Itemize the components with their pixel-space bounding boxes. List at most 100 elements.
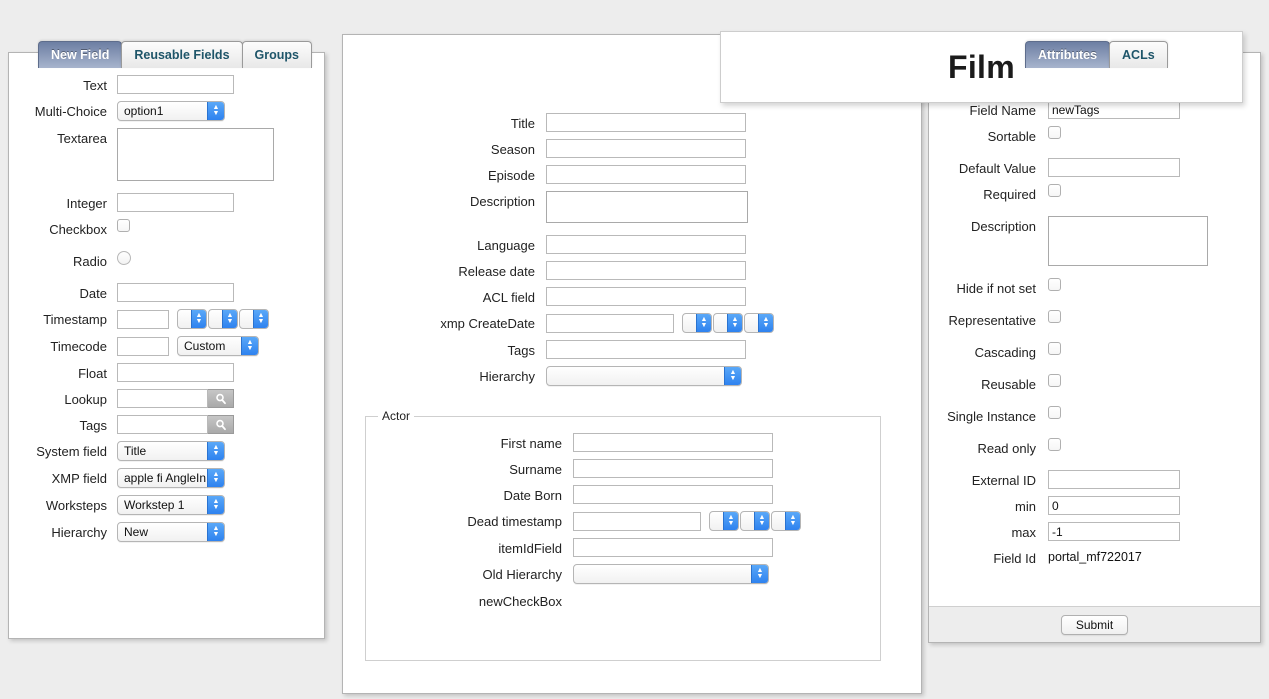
select-arrows-icon[interactable]: ▲ ▼	[222, 310, 237, 328]
cascading-control	[1048, 342, 1061, 355]
external-id-input[interactable]	[1048, 470, 1180, 489]
required-checkbox[interactable]	[1048, 184, 1061, 197]
left-tab-new-field[interactable]: New Field	[38, 41, 123, 68]
right-tab-acls[interactable]: ACLs	[1109, 41, 1168, 68]
default-value-input[interactable]	[1048, 158, 1180, 177]
select-arrows-icon[interactable]: ▲ ▼	[724, 367, 741, 385]
select-arrows-icon[interactable]: ▲ ▼	[758, 314, 773, 332]
single-instance-checkbox[interactable]	[1048, 406, 1061, 419]
field-row-radio: Radio	[19, 251, 324, 269]
timestamp-input[interactable]	[117, 309, 169, 329]
select-arrows-icon[interactable]: ▲ ▼	[207, 102, 224, 120]
actor-form: First name Surname Date Born Dead timestamp…	[366, 417, 880, 609]
select-arrows-icon[interactable]: ▲ ▼	[723, 512, 738, 530]
sortable-checkbox[interactable]	[1048, 126, 1061, 139]
read-only-checkbox[interactable]	[1048, 438, 1061, 451]
textarea-textarea[interactable]	[117, 128, 274, 181]
surname-input[interactable]	[573, 459, 773, 478]
select-arrows-icon[interactable]: ▲ ▼	[207, 496, 224, 514]
reusable-control	[1048, 374, 1061, 387]
dead-timestamp-control: ▲ ▼ ▲ ▼ ▲ ▼	[573, 511, 802, 531]
left-panel-tabs: New Field Reusable Fields Groups	[38, 41, 312, 68]
left-tab-reusable-fields[interactable]: Reusable Fields	[121, 41, 243, 68]
xmp-createdate-spinner-2[interactable]: ▲ ▼	[713, 313, 743, 333]
itemidfield-label: itemIdField	[498, 541, 562, 556]
field-row-tags: Tags	[367, 340, 921, 359]
timecode-input[interactable]	[117, 336, 169, 356]
min-input[interactable]	[1048, 496, 1180, 515]
worksteps-select[interactable]: Workstep 1 ▲ ▼	[117, 495, 225, 515]
checkbox-checkbox[interactable]	[117, 219, 130, 232]
search-icon[interactable]	[208, 389, 234, 408]
select-arrows-icon[interactable]: ▲ ▼	[207, 442, 224, 460]
xmp-field-select[interactable]: apple fi AngleIn ▲ ▼	[117, 468, 225, 488]
timestamp-spinner-3[interactable]: ▲ ▼	[239, 309, 269, 329]
cascading-checkbox[interactable]	[1048, 342, 1061, 355]
reusable-checkbox[interactable]	[1048, 374, 1061, 387]
select-arrows-icon[interactable]: ▲ ▼	[696, 314, 711, 332]
select-arrows-icon[interactable]: ▲ ▼	[727, 314, 742, 332]
xmp-createdate-spinner-3[interactable]: ▲ ▼	[744, 313, 774, 333]
old-hierarchy-select[interactable]: ▲ ▼	[573, 564, 769, 584]
lookup-input[interactable]	[117, 389, 208, 408]
season-input[interactable]	[546, 139, 746, 158]
select-arrows-icon[interactable]: ▲ ▼	[207, 469, 224, 487]
select-arrows-icon[interactable]: ▲ ▼	[241, 337, 258, 355]
hierarchy-select[interactable]: ▲ ▼	[546, 366, 742, 386]
search-icon[interactable]	[208, 415, 234, 434]
title-input[interactable]	[546, 113, 746, 132]
multi-choice-select[interactable]: option1 ▲ ▼	[117, 101, 225, 121]
dead-timestamp-spinner-1[interactable]: ▲ ▼	[709, 511, 739, 531]
select-arrows-icon[interactable]: ▲ ▼	[191, 310, 206, 328]
right-tab-attributes[interactable]: Attributes	[1025, 41, 1111, 68]
field-id-control: portal_mf722017	[1048, 548, 1142, 564]
release-date-input[interactable]	[546, 261, 746, 280]
hierarchy-select[interactable]: New ▲ ▼	[117, 522, 225, 542]
date-control	[117, 283, 234, 302]
xmp-createdate-spinner-1[interactable]: ▲ ▼	[682, 313, 712, 333]
tags-control	[546, 340, 746, 359]
tags-input[interactable]	[117, 415, 208, 434]
tags-lookup	[117, 415, 234, 434]
timestamp-spinner-1[interactable]: ▲ ▼	[177, 309, 207, 329]
select-arrows-icon[interactable]: ▲ ▼	[751, 565, 768, 583]
float-input[interactable]	[117, 363, 234, 382]
representative-checkbox[interactable]	[1048, 310, 1061, 323]
date-input[interactable]	[117, 283, 234, 302]
select-arrows-icon[interactable]: ▲ ▼	[754, 512, 769, 530]
first-name-input[interactable]	[573, 433, 773, 452]
hierarchy-label: Hierarchy	[479, 369, 535, 384]
date-born-input[interactable]	[573, 485, 773, 504]
submit-button[interactable]: Submit	[1060, 614, 1129, 635]
radio-radio[interactable]	[117, 251, 131, 265]
timecode-select[interactable]: Custom ▲ ▼	[177, 336, 259, 356]
integer-input[interactable]	[117, 193, 234, 212]
select-arrows-icon[interactable]: ▲ ▼	[785, 512, 800, 530]
language-input[interactable]	[546, 235, 746, 254]
max-input[interactable]	[1048, 522, 1180, 541]
left-tab-groups[interactable]: Groups	[241, 41, 312, 68]
default-value-control	[1048, 158, 1180, 177]
tags-input[interactable]	[546, 340, 746, 359]
select-arrows-icon[interactable]: ▲ ▼	[253, 310, 268, 328]
description-label: Description	[970, 219, 1036, 234]
dead-timestamp-input[interactable]	[573, 511, 701, 531]
timestamp-spinner-2[interactable]: ▲ ▼	[208, 309, 238, 329]
hide-if-not-set-label: Hide if not set	[956, 281, 1037, 296]
min-control	[1048, 496, 1180, 515]
system-field-select[interactable]: Title ▲ ▼	[117, 441, 225, 461]
dead-timestamp-spinner-3[interactable]: ▲ ▼	[771, 511, 801, 531]
acl-field-control	[546, 287, 746, 306]
episode-input[interactable]	[546, 165, 746, 184]
acl-field-input[interactable]	[546, 287, 746, 306]
hide-if-not-set-checkbox[interactable]	[1048, 278, 1061, 291]
sortable-label: Sortable	[987, 129, 1036, 144]
description-textarea[interactable]	[546, 191, 748, 223]
itemidfield-input[interactable]	[573, 538, 773, 557]
timecode-select-value: Custom	[184, 339, 226, 353]
select-arrows-icon[interactable]: ▲ ▼	[207, 523, 224, 541]
xmp-createdate-input[interactable]	[546, 313, 674, 333]
text-input[interactable]	[117, 75, 234, 94]
description-textarea[interactable]	[1048, 216, 1208, 266]
dead-timestamp-spinner-2[interactable]: ▲ ▼	[740, 511, 770, 531]
